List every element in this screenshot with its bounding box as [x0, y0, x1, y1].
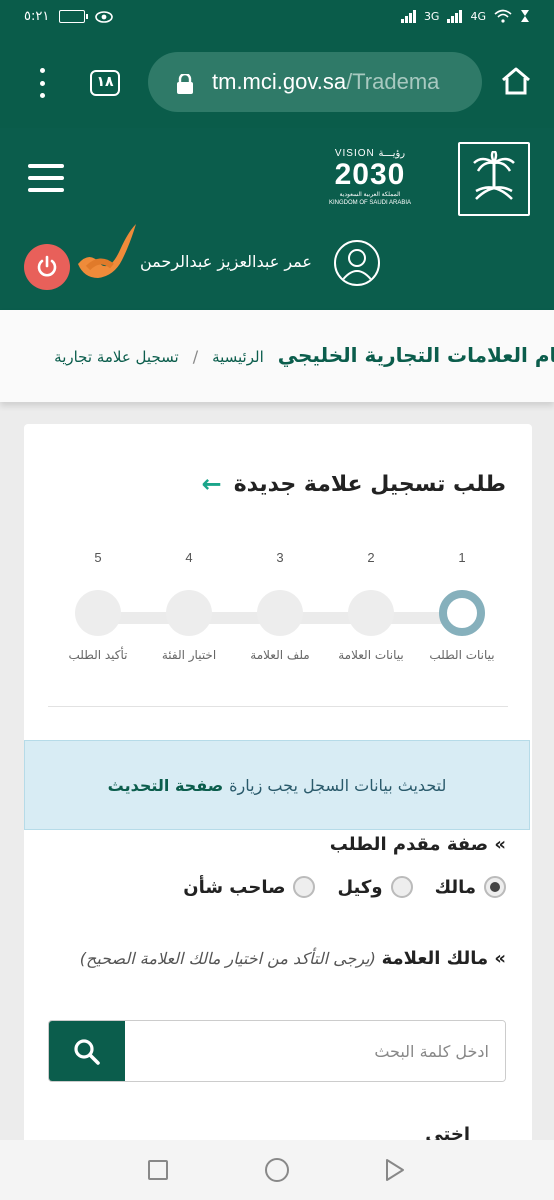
step-dot-active: [439, 590, 485, 636]
request-card: طلب تسجيل علامة جديدة ← 1 بيانات الطلب 2…: [24, 424, 532, 1144]
system-nav-bar: [0, 1140, 554, 1200]
radio-agent[interactable]: وكيل: [337, 876, 413, 898]
step-number: 5: [94, 550, 102, 565]
user-name: عمر عبدالعزيز عبدالرحمن: [140, 252, 312, 271]
radio-button[interactable]: [293, 876, 316, 898]
card-header: طلب تسجيل علامة جديدة ←: [202, 470, 506, 498]
radio-label: صاحب شأن: [183, 876, 286, 898]
radio-button-checked[interactable]: [484, 876, 506, 898]
saudi-emblem-logo: [458, 142, 530, 216]
step-label: بيانات العلامة: [338, 648, 404, 662]
home-icon[interactable]: [500, 66, 532, 96]
vision-2030-logo: VISION رؤيـــة 2030 المملكة العربية السع…: [320, 148, 420, 218]
alert-text: لتحديث بيانات السجل يجب زيارة: [229, 775, 447, 795]
redaction-scribble: [78, 224, 136, 278]
search-icon: [74, 1039, 100, 1065]
step-dot: [348, 590, 394, 636]
address-bar[interactable]: tm.mci.gov.sa/Tradema: [148, 52, 482, 112]
power-icon: [37, 255, 57, 277]
step-dot: [257, 590, 303, 636]
url-path: /Tradema: [346, 69, 440, 94]
radio-button[interactable]: [390, 876, 413, 898]
owner-heading-hint: (يرجى التأكد من اختيار مالك العلامة الصح…: [79, 949, 376, 968]
step-number: 1: [458, 550, 466, 565]
owner-heading-label: » مالك العلامة: [381, 948, 506, 969]
divider: [48, 706, 508, 707]
step-5[interactable]: 5 تأكيد الطلب: [50, 550, 146, 662]
vision-line-3: المملكة العربية السعودية: [339, 192, 401, 198]
hamburger-menu-icon[interactable]: [28, 164, 64, 192]
step-1[interactable]: 1 بيانات الطلب: [414, 550, 510, 662]
recents-icon[interactable]: [148, 1160, 168, 1180]
radio-label: وكيل: [337, 876, 383, 898]
radio-owner[interactable]: مالك: [435, 876, 506, 898]
tabs-button[interactable]: ١٨: [90, 70, 120, 96]
breadcrumb: نظام العلامات التجارية الخليجي الرئيسية …: [54, 343, 554, 367]
search-button[interactable]: [49, 1021, 125, 1081]
breadcrumb-separator: /: [192, 347, 199, 366]
progress-stepper: 1 بيانات الطلب 2 بيانات العلامة 3 ملف ال…: [50, 550, 508, 680]
breadcrumb-home-link[interactable]: الرئيسية: [212, 348, 264, 366]
site-header: VISION رؤيـــة 2030 المملكة العربية السع…: [0, 128, 554, 310]
breadcrumb-current: تسجيل علامة تجارية: [54, 348, 179, 366]
step-number: 4: [185, 550, 193, 565]
lock-icon: [177, 74, 193, 94]
search-input[interactable]: [125, 1021, 505, 1081]
step-number: 2: [367, 550, 375, 565]
radio-interested-party[interactable]: صاحب شأن: [183, 876, 316, 898]
system-title: نظام العلامات التجارية الخليجي: [277, 343, 554, 367]
user-icon: [340, 249, 374, 283]
step-dot: [75, 590, 121, 636]
page-title: طلب تسجيل علامة جديدة: [233, 471, 506, 497]
update-page-link[interactable]: صفحة التحديث: [108, 776, 224, 795]
status-bar: ٥:٢١ 3G 4G: [0, 0, 554, 36]
info-alert: لتحديث بيانات السجل يجب زيارة صفحة التحد…: [24, 740, 530, 830]
breadcrumb-bar: نظام العلامات التجارية الخليجي الرئيسية …: [0, 310, 554, 402]
vision-line-4: KINGDOM OF SAUDI ARABIA: [328, 200, 411, 206]
back-triangle-icon[interactable]: [384, 1158, 406, 1182]
network-label-1: 4G: [470, 9, 486, 23]
step-dot: [166, 590, 212, 636]
back-arrow-icon[interactable]: ←: [202, 470, 222, 498]
applicant-type-heading: » صفة مقدم الطلب: [329, 834, 506, 855]
radio-label: مالك: [434, 876, 476, 898]
user-avatar[interactable]: [334, 240, 380, 286]
step-4[interactable]: 4 اختيار الفئة: [141, 550, 237, 662]
step-2[interactable]: 2 بيانات العلامة: [323, 550, 419, 662]
wifi-icon: [494, 9, 512, 23]
step-label: اختيار الفئة: [161, 648, 217, 662]
step-number: 3: [276, 550, 284, 565]
battery-icon: [59, 10, 89, 23]
signal-icon: [400, 9, 416, 23]
step-label: تأكيد الطلب: [68, 648, 128, 662]
browser-toolbar: ١٨ tm.mci.gov.sa/Tradema: [0, 36, 554, 128]
status-time: ٥:٢١: [24, 9, 50, 24]
trademark-owner-heading: » مالك العلامة (يرجى التأكد من اختيار ما…: [66, 940, 506, 978]
step-label: بيانات الطلب: [429, 648, 495, 662]
hourglass-icon: [521, 10, 529, 22]
vision-year: 2030: [334, 158, 406, 191]
palm-swords-icon: [473, 151, 515, 200]
signal-icon: [447, 9, 463, 23]
network-label-2: 3G: [423, 9, 440, 23]
applicant-type-radio-group: مالك وكيل صاحب شأن: [183, 876, 506, 898]
eye-icon: [95, 10, 114, 23]
owner-search: [48, 1020, 506, 1082]
url-main: tm.mci.gov.sa: [212, 69, 347, 94]
logout-button[interactable]: [24, 244, 70, 290]
step-3[interactable]: 3 ملف العلامة: [232, 550, 328, 662]
home-nav-icon[interactable]: [265, 1158, 289, 1182]
url-text: tm.mci.gov.sa/Tradema: [212, 69, 439, 95]
step-label: ملف العلامة: [250, 648, 310, 662]
menu-dots-icon[interactable]: [36, 68, 48, 98]
